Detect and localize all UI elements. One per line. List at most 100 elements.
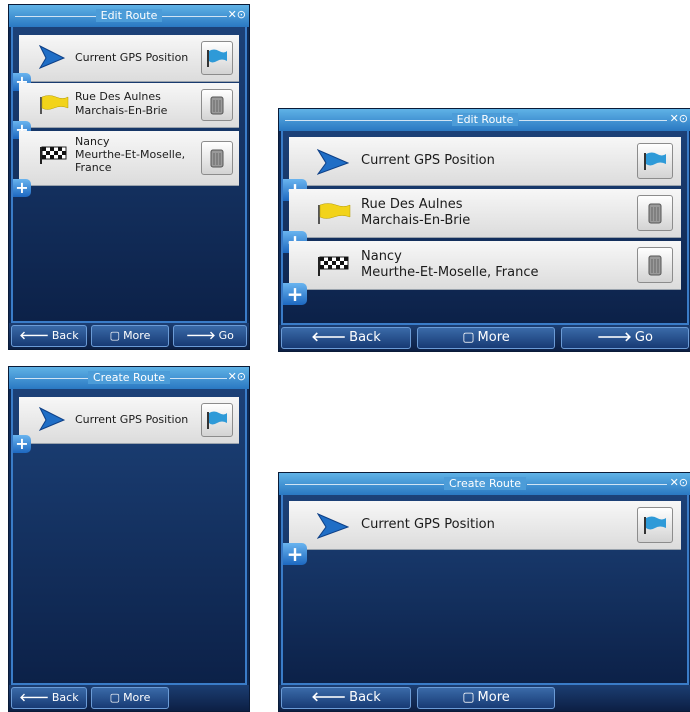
gps-status-icon: ✕⊙ bbox=[669, 476, 688, 489]
route-panel: Current GPS Position + bbox=[281, 495, 689, 685]
start-arrow-icon bbox=[317, 513, 349, 539]
set-start-button[interactable] bbox=[637, 507, 673, 543]
delete-waypoint-button[interactable] bbox=[637, 195, 673, 231]
back-button[interactable]: 🡐 Back bbox=[11, 325, 87, 347]
more-button[interactable]: ▢ More bbox=[91, 687, 169, 709]
go-arrow-icon: 🡒 bbox=[186, 329, 216, 342]
gps-status-icon: ✕⊙ bbox=[227, 370, 246, 383]
back-label: Back bbox=[349, 330, 381, 345]
title-bar: Edit Route ✕⊙ bbox=[279, 109, 690, 131]
back-button[interactable]: 🡐 Back bbox=[11, 687, 87, 709]
title: Create Route bbox=[9, 371, 249, 385]
route-panel: Current GPS Position + Rue Des Aulnes Ma… bbox=[281, 131, 689, 325]
back-button[interactable]: 🡐 Back bbox=[281, 687, 411, 709]
route-point-destination[interactable]: Nancy Meurthe-Et-Moselle, France bbox=[289, 241, 681, 290]
bottom-bar: 🡐 Back ▢ More 🡒 Go bbox=[279, 325, 690, 351]
more-button[interactable]: ▢ More bbox=[417, 327, 555, 349]
more-label: More bbox=[123, 691, 151, 704]
back-label: Back bbox=[51, 691, 79, 704]
create-route-screen-wide: Create Route ✕⊙ Current GPS Position + 🡐… bbox=[278, 472, 690, 712]
back-label: Back bbox=[51, 329, 79, 342]
add-waypoint-button[interactable]: + bbox=[283, 283, 307, 305]
go-label: Go bbox=[634, 330, 653, 345]
route-point-country: France bbox=[75, 161, 112, 174]
add-waypoint-button[interactable]: + bbox=[283, 543, 307, 565]
title: Edit Route bbox=[279, 113, 690, 127]
blue-flag-icon bbox=[644, 516, 666, 534]
bottom-bar: 🡐 Back ▢ More bbox=[9, 685, 249, 711]
add-waypoint-button[interactable]: + bbox=[13, 179, 31, 197]
route-point-name: Current GPS Position bbox=[361, 153, 495, 168]
route-point-name: Current GPS Position bbox=[361, 517, 495, 532]
more-icon: ▢ bbox=[462, 330, 475, 345]
blue-flag-icon bbox=[207, 411, 227, 429]
more-label: More bbox=[477, 690, 510, 705]
start-arrow-icon bbox=[39, 45, 65, 69]
route-point-destination[interactable]: Nancy Meurthe-Et-Moselle, France bbox=[19, 131, 239, 186]
route-point-name: Current GPS Position bbox=[75, 51, 189, 64]
route-point-city: Marchais-En-Brie bbox=[361, 213, 471, 228]
route-point-city: Marchais-En-Brie bbox=[75, 104, 168, 117]
screen-title: Create Route bbox=[444, 477, 526, 490]
title-bar: Create Route ✕⊙ bbox=[279, 473, 690, 495]
yellow-flag-icon bbox=[318, 203, 351, 224]
route-point-start[interactable]: Current GPS Position bbox=[289, 137, 681, 186]
trash-icon bbox=[210, 96, 224, 115]
route-point-name: Nancy bbox=[75, 135, 110, 148]
go-button[interactable]: 🡒 Go bbox=[561, 327, 689, 349]
set-start-button[interactable] bbox=[201, 41, 233, 75]
more-button[interactable]: ▢ More bbox=[417, 687, 555, 709]
route-point-start[interactable]: Current GPS Position bbox=[19, 35, 239, 82]
screen-title: Edit Route bbox=[451, 113, 519, 126]
back-arrow-icon: 🡐 bbox=[311, 690, 347, 705]
route-point-name: Nancy bbox=[361, 249, 402, 264]
route-panel: Current GPS Position + Rue Des Aulnes Ma… bbox=[11, 27, 247, 323]
gps-status-icon: ✕⊙ bbox=[669, 112, 688, 125]
route-point-region: Meurthe-Et-Moselle, bbox=[75, 148, 186, 161]
back-arrow-icon: 🡐 bbox=[311, 330, 347, 345]
delete-destination-button[interactable] bbox=[201, 141, 233, 175]
route-point-start[interactable]: Current GPS Position bbox=[19, 397, 239, 444]
bottom-bar: 🡐 Back ▢ More 🡒 Go bbox=[9, 323, 249, 349]
route-point-region: Meurthe-Et-Moselle, France bbox=[361, 265, 539, 280]
title: Create Route bbox=[279, 477, 690, 491]
screen-title: Create Route bbox=[88, 371, 170, 384]
delete-waypoint-button[interactable] bbox=[201, 89, 233, 121]
title-bar: Edit Route ✕⊙ bbox=[9, 5, 249, 27]
route-point-waypoint[interactable]: Rue Des Aulnes Marchais-En-Brie bbox=[19, 83, 239, 128]
go-button[interactable]: 🡒 Go bbox=[173, 325, 247, 347]
trash-icon bbox=[648, 203, 662, 224]
more-button[interactable]: ▢ More bbox=[91, 325, 169, 347]
route-point-start[interactable]: Current GPS Position bbox=[289, 501, 681, 550]
blue-flag-icon bbox=[644, 152, 666, 170]
title-bar: Create Route ✕⊙ bbox=[9, 367, 249, 389]
trash-icon bbox=[210, 149, 224, 168]
checkered-flag-icon bbox=[318, 256, 349, 276]
go-arrow-icon: 🡒 bbox=[597, 330, 632, 345]
back-arrow-icon: 🡐 bbox=[19, 329, 49, 342]
edit-route-screen-small: Edit Route ✕⊙ Current GPS Position + Rue bbox=[8, 4, 250, 350]
route-panel: Current GPS Position + bbox=[11, 389, 247, 685]
edit-route-screen-wide: Edit Route ✕⊙ Current GPS Position + Rue… bbox=[278, 108, 690, 352]
more-label: More bbox=[477, 330, 510, 345]
go-label: Go bbox=[218, 329, 234, 342]
trash-icon bbox=[648, 255, 662, 276]
title: Edit Route bbox=[9, 9, 249, 23]
gps-status-icon: ✕⊙ bbox=[227, 8, 246, 21]
add-waypoint-button[interactable]: + bbox=[13, 435, 31, 453]
back-button[interactable]: 🡐 Back bbox=[281, 327, 411, 349]
set-start-button[interactable] bbox=[637, 143, 673, 179]
checkered-flag-icon bbox=[40, 146, 67, 164]
route-point-name: Rue Des Aulnes bbox=[361, 197, 463, 212]
route-point-name: Current GPS Position bbox=[75, 413, 189, 426]
back-arrow-icon: 🡐 bbox=[19, 691, 49, 704]
route-point-waypoint[interactable]: Rue Des Aulnes Marchais-En-Brie bbox=[289, 189, 681, 238]
start-arrow-icon bbox=[39, 407, 65, 431]
create-route-screen-small: Create Route ✕⊙ Current GPS Position + 🡐… bbox=[8, 366, 250, 712]
delete-destination-button[interactable] bbox=[637, 247, 673, 283]
set-start-button[interactable] bbox=[201, 403, 233, 437]
more-label: More bbox=[123, 329, 151, 342]
blue-flag-icon bbox=[207, 49, 227, 67]
bottom-bar: 🡐 Back ▢ More bbox=[279, 685, 690, 711]
more-icon: ▢ bbox=[109, 329, 121, 342]
